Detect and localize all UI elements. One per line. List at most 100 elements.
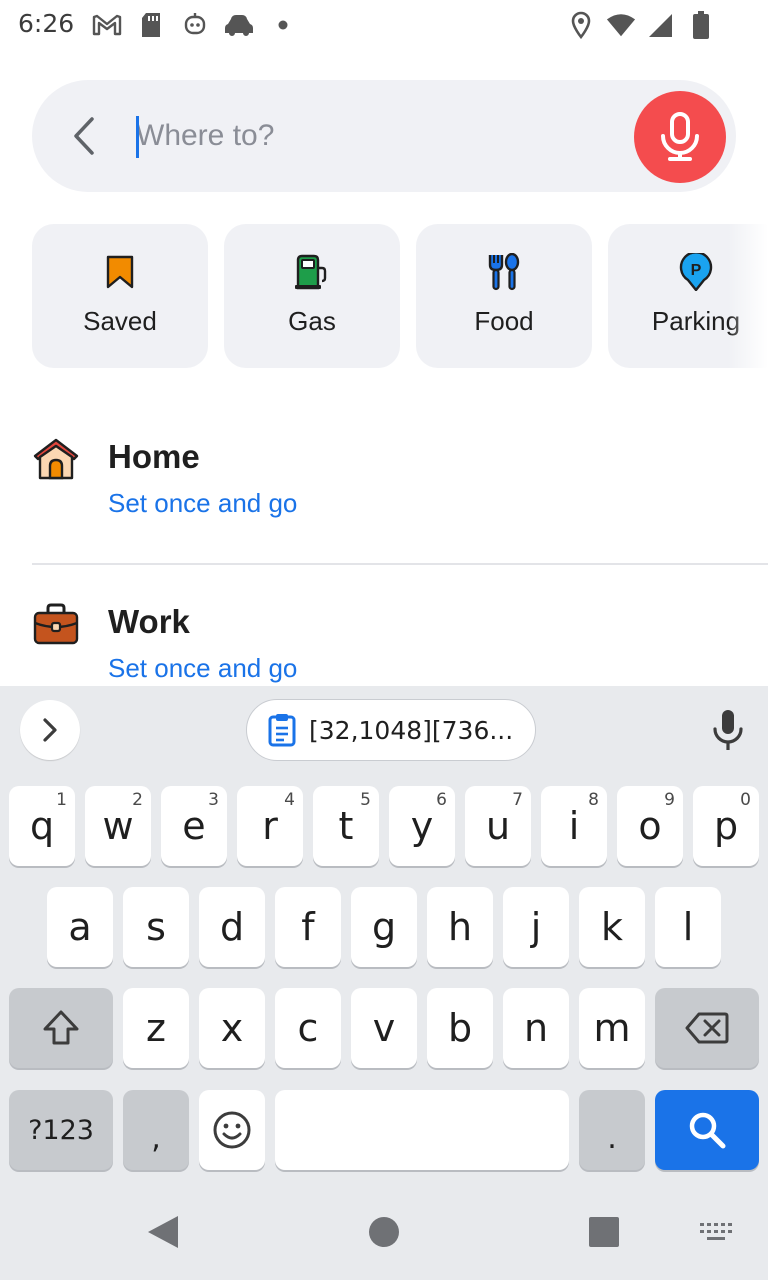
gmail-icon [92,10,122,40]
microphone-icon [713,710,743,750]
back-icon [74,117,94,155]
key-p[interactable]: p0 [693,786,759,866]
key-i[interactable]: i8 [541,786,607,866]
clipboard-icon [265,713,299,747]
status-icons-right [566,10,716,40]
key-o[interactable]: o9 [617,786,683,866]
clipboard-suggestion[interactable]: [32,1048][736... [246,699,536,761]
key-label: j [530,905,542,949]
nav-home-icon [369,1217,399,1247]
category-chip-food[interactable]: Food [416,224,592,368]
shift-key[interactable] [9,988,113,1068]
home-icon [33,438,79,480]
car-icon [224,10,254,40]
comma-key[interactable]: , [123,1090,189,1170]
keyboard-expand-button[interactable] [20,700,80,760]
key-e[interactable]: e3 [161,786,227,866]
key-x[interactable]: x [199,988,265,1068]
keyboard-icon [700,1223,732,1240]
category-chip-gas[interactable]: Gas [224,224,400,368]
key-label: r [262,804,278,848]
keyboard-toolbar: [32,1048][736... [0,686,768,776]
search-key[interactable] [655,1090,759,1170]
microphone-icon [661,112,699,161]
key-q[interactable]: q1 [9,786,75,866]
key-hint: 7 [512,790,523,810]
chevron-right-icon [43,718,57,742]
key-k[interactable]: k [579,887,645,967]
status-bar: 6:26 [0,0,768,50]
key-label: v [372,1006,396,1050]
key-g[interactable]: g [351,887,417,967]
key-m[interactable]: m [579,988,645,1068]
space-key[interactable] [275,1090,569,1170]
emoji-key[interactable] [199,1090,265,1170]
key-v[interactable]: v [351,988,417,1068]
key-label: b [447,1006,473,1050]
key-z[interactable]: z [123,988,189,1068]
backspace-key[interactable] [655,988,759,1068]
sd-card-icon [136,10,166,40]
voice-search-button[interactable] [634,91,726,183]
key-l[interactable]: l [655,887,721,967]
utensils-icon [484,252,524,292]
key-label: o [638,804,662,848]
key-t[interactable]: t5 [313,786,379,866]
key-label: a [68,905,92,949]
key-n[interactable]: n [503,988,569,1068]
key-hint: 6 [436,790,447,810]
period-key[interactable]: . [579,1090,645,1170]
key-label: u [485,804,511,848]
emoji-icon [213,1111,251,1149]
symbols-key[interactable]: ?123 [9,1090,113,1170]
key-h[interactable]: h [427,887,493,967]
battery-icon [686,10,716,40]
assistant-icon [180,10,210,40]
key-label: y [410,804,434,848]
key-c[interactable]: c [275,988,341,1068]
category-chip-saved[interactable]: Saved [32,224,208,368]
key-label: h [447,905,473,949]
key-label: e [182,804,206,848]
keyboard-switch-button[interactable] [694,1210,738,1254]
nav-back-button[interactable] [140,1210,184,1254]
set-work-link[interactable]: Set once and go [108,653,297,684]
key-hint: 9 [664,790,675,810]
key-b[interactable]: b [427,988,493,1068]
key-a[interactable]: a [47,887,113,967]
nav-recents-button[interactable] [582,1210,626,1254]
shift-icon [43,1010,79,1045]
navigation-bar [0,1180,768,1280]
parking-icon: P [676,252,716,292]
category-chip-parking[interactable]: P Parking [608,224,768,368]
keyboard-voice-button[interactable] [704,706,752,754]
key-w[interactable]: w2 [85,786,151,866]
gas-pump-icon [292,252,332,292]
key-r[interactable]: r4 [237,786,303,866]
back-button[interactable] [56,108,112,164]
search-input[interactable] [136,110,616,162]
place-title: Work [108,603,190,640]
key-label: w [102,804,134,848]
key-hint: 3 [208,790,219,810]
key-label: g [371,905,397,949]
key-label: p [713,804,739,848]
key-hint: 4 [284,790,295,810]
key-u[interactable]: u7 [465,786,531,866]
key-label: t [338,804,354,848]
category-chips: Saved Gas Food P Parking [32,224,768,368]
set-home-link[interactable]: Set once and go [108,488,297,519]
divider [32,563,768,565]
key-f[interactable]: f [275,887,341,967]
key-s[interactable]: s [123,887,189,967]
nav-home-button[interactable] [362,1210,406,1254]
nav-recents-icon [589,1217,619,1247]
place-home[interactable]: Home Set once and go [0,436,768,566]
dot-icon [268,10,298,40]
key-d[interactable]: d [199,887,265,967]
briefcase-icon [33,603,79,645]
key-label: c [297,1006,319,1050]
key-j[interactable]: j [503,887,569,967]
place-title: Home [108,438,200,475]
key-y[interactable]: y6 [389,786,455,866]
